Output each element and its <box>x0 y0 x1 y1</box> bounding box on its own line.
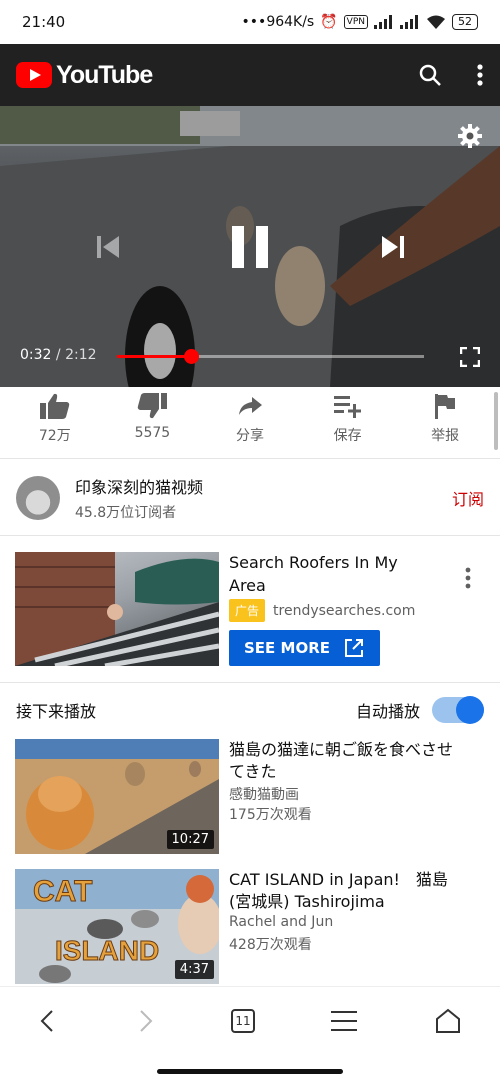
status-bar: 21:40 •••964K/s ⏰ VPN 52 <box>0 0 500 44</box>
like-count: 72万 <box>38 428 71 444</box>
video-actions: 72万 5575 分享 保存 举报 <box>0 387 500 459</box>
thumbs-up-icon <box>39 393 70 419</box>
signal-hd-icon <box>400 15 418 29</box>
ad-image <box>15 552 219 666</box>
report-button[interactable]: 举报 <box>405 387 485 458</box>
list-item[interactable]: CAT ISLAND 4:37 CAT ISLAND in Japan! 猫島(… <box>0 869 500 987</box>
ad-domain: trendysearches.com <box>273 602 416 619</box>
see-more-label: SEE MORE <box>244 639 330 657</box>
more-vert-icon[interactable] <box>476 63 484 87</box>
video-channel: 感動猫動画 <box>229 787 299 803</box>
video-views: 175万次观看 <box>229 807 312 823</box>
wifi-icon <box>427 15 445 29</box>
scrollbar[interactable] <box>494 392 498 450</box>
up-next-title: 接下来播放 <box>16 702 97 721</box>
video-views: 428万次观看 <box>229 937 312 953</box>
video-channel: Rachel and Jun <box>229 914 334 930</box>
thumbnail-text-cat: CAT <box>32 875 93 909</box>
progress-bar[interactable] <box>117 349 424 364</box>
ad-badge: 广告 <box>229 599 266 622</box>
forward-icon[interactable] <box>135 1009 155 1033</box>
subscribe-button[interactable]: 订阅 <box>452 486 484 510</box>
like-button[interactable]: 72万 <box>15 387 95 458</box>
video-title[interactable]: CAT ISLAND in Japan! 猫島(宮城県) Tashirojima <box>229 869 469 913</box>
pause-icon[interactable] <box>232 226 268 268</box>
youtube-play-logo-icon <box>16 62 52 88</box>
youtube-wordmark: YouTube <box>56 60 153 89</box>
alarm-icon: ⏰ <box>320 14 338 30</box>
battery-indicator: 52 <box>452 14 478 30</box>
subscriber-count: 45.8万位订阅者 <box>75 504 177 521</box>
previous-icon[interactable] <box>95 234 121 260</box>
ad-card[interactable]: Search Roofers In My Area 广告 trendysearc… <box>0 537 500 683</box>
list-item[interactable]: 10:27 猫島の猫達に朝ご飯を食べさせてきた 感動猫動画 175万次观看 <box>0 739 500 857</box>
status-time: 21:40 <box>22 13 66 31</box>
video-thumbnail[interactable]: 10:27 <box>15 739 219 854</box>
autoplay-control: 自动播放 <box>355 696 484 724</box>
ad-more-vert-icon[interactable] <box>464 567 472 589</box>
search-icon[interactable] <box>418 63 442 87</box>
gesture-home-indicator[interactable] <box>157 1069 343 1074</box>
playlist-add-icon <box>333 396 361 418</box>
autoplay-label: 自动播放 <box>355 702 420 721</box>
share-icon <box>238 397 262 415</box>
share-label: 分享 <box>235 428 264 444</box>
ad-title[interactable]: Search Roofers In My Area <box>229 551 439 597</box>
settings-gear-icon[interactable] <box>458 124 482 148</box>
tabs-button[interactable]: 11 <box>230 1008 255 1033</box>
status-icons: •••964K/s ⏰ VPN 52 <box>242 14 478 30</box>
network-speed: •••964K/s <box>241 14 315 30</box>
top-app-bar: YouTube <box>0 44 500 106</box>
up-next-header: 接下来播放 自动播放 <box>0 684 500 736</box>
thumbs-down-icon <box>138 393 168 419</box>
autoplay-toggle-knob <box>456 696 484 724</box>
progress-played <box>117 355 191 358</box>
vpn-badge: VPN <box>343 15 368 29</box>
open-external-icon <box>345 639 363 657</box>
autoplay-toggle[interactable] <box>432 696 484 724</box>
back-icon[interactable] <box>38 1009 58 1033</box>
save-label: 保存 <box>333 428 362 444</box>
video-thumbnail[interactable]: CAT ISLAND 4:37 <box>15 869 219 984</box>
home-icon[interactable] <box>434 1007 462 1035</box>
channel-row[interactable]: 印象深刻的猫视频 45.8万位订阅者 订阅 <box>0 460 500 536</box>
next-icon[interactable] <box>380 234 406 260</box>
thumbnail-text-island: ISLAND <box>54 935 160 967</box>
duration-badge: 4:37 <box>174 960 214 979</box>
channel-name: 印象深刻的猫视频 <box>75 477 204 497</box>
save-button[interactable]: 保存 <box>308 387 388 458</box>
signal-icon <box>374 15 392 29</box>
ad-thumbnail[interactable] <box>15 552 219 666</box>
channel-avatar[interactable] <box>16 475 60 520</box>
duration-badge: 10:27 <box>166 830 214 849</box>
playback-time: 0:32 / 2:12 <box>20 347 97 363</box>
dislike-count: 5575 <box>134 425 171 441</box>
share-button[interactable]: 分享 <box>210 387 290 458</box>
flag-icon <box>435 394 456 419</box>
browser-toolbar: 11 <box>0 986 500 1054</box>
video-title[interactable]: 猫島の猫達に朝ご飯を食べさせてきた <box>229 739 469 783</box>
report-label: 举报 <box>431 428 460 444</box>
video-player[interactable]: 0:32 / 2:12 <box>0 106 500 387</box>
dislike-button[interactable]: 5575 <box>112 387 192 458</box>
menu-icon[interactable] <box>331 1010 358 1032</box>
youtube-logo[interactable]: YouTube <box>16 60 153 90</box>
current-time: 0:32 <box>20 347 52 363</box>
scrubber-handle[interactable] <box>183 349 199 364</box>
fullscreen-icon[interactable] <box>460 347 480 367</box>
video-duration: 2:12 <box>65 347 97 363</box>
time-separator: / <box>55 347 61 363</box>
see-more-button[interactable]: SEE MORE <box>229 630 380 666</box>
